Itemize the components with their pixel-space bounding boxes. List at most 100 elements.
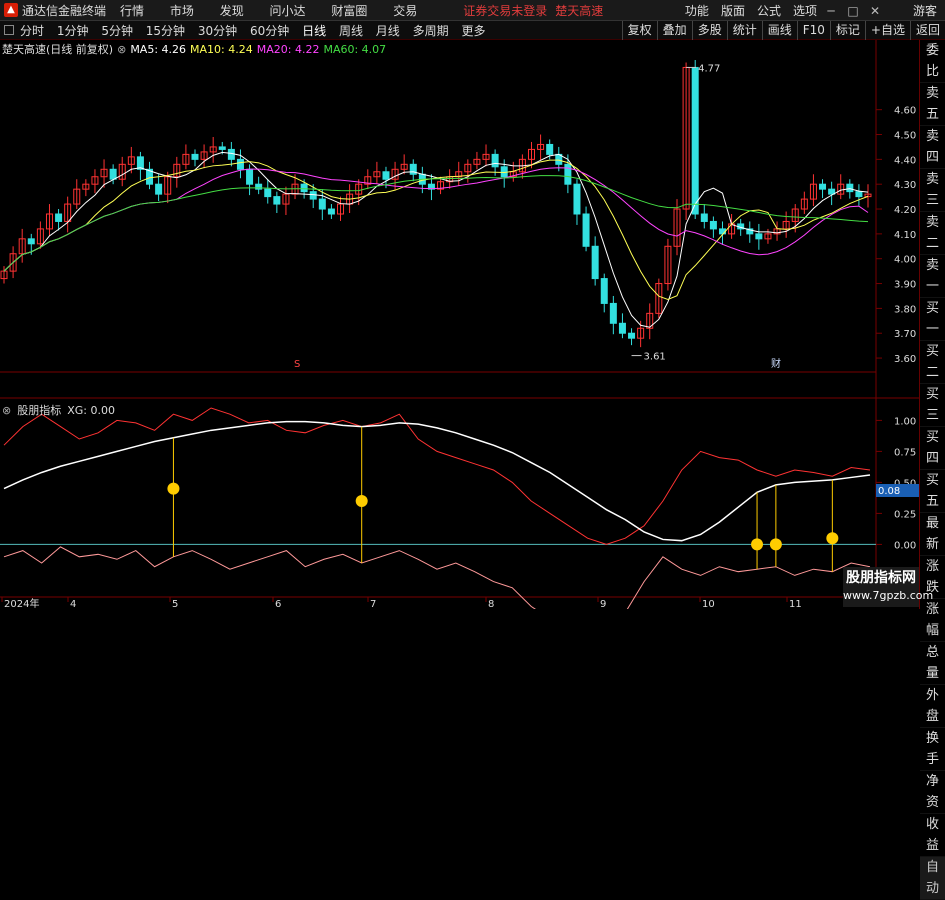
date-tick-label: 8 — [488, 599, 494, 609]
candle-body — [573, 183, 581, 215]
sidebar-sell5[interactable]: 卖五 — [920, 83, 945, 126]
candle-body — [236, 158, 244, 170]
sidebar-sell3[interactable]: 卖三 — [920, 169, 945, 212]
chart-area[interactable]: 4.77 3.61 3.60 3.70 3.80 3.90 4.00 4.10 4.20 4.3… — [0, 0, 920, 609]
candle-body — [246, 168, 254, 185]
candle-body — [564, 163, 572, 185]
candle-body — [609, 302, 617, 324]
candle-body — [582, 213, 590, 247]
date-tick-label: 2024年 — [4, 597, 39, 609]
indicator-tick-label: 0.00 — [894, 540, 916, 551]
sidebar-auto-button[interactable]: 自动 — [920, 857, 945, 900]
sidebar-earnings[interactable]: 收益 — [920, 814, 945, 857]
candle-body — [327, 208, 335, 215]
candle-body — [846, 183, 854, 193]
quote-sidebar: 委比 卖五 卖四 卖三 卖二 卖一 买一 买二 买三 买四 买五 最新 涨跌 涨… — [919, 40, 945, 900]
price-tick-label: 3.80 — [894, 304, 916, 315]
date-tick-label: 6 — [275, 599, 281, 609]
price-tick-label: 4.20 — [894, 205, 916, 216]
sidebar-buy5[interactable]: 买五 — [920, 470, 945, 513]
chart-stock-label: 楚天高速(日线 前复权) — [2, 43, 114, 56]
price-axis: 3.60 3.70 3.80 3.90 4.00 4.10 4.20 4.30 4.40 4.50… — [876, 106, 916, 365]
main-chart-legend: 楚天高速(日线 前复权) ⊗ MA5: 4.26 MA10: 4.24 MA20… — [2, 41, 390, 57]
low-annotation-label: 3.61 — [644, 352, 666, 363]
smiley-icon — [826, 532, 839, 545]
sidebar-turnover[interactable]: 换手 — [920, 728, 945, 771]
candle-body — [855, 191, 863, 198]
indicator-legend: ⊗ 股朋指标 XG: 0.00 — [2, 402, 121, 418]
candle-body — [628, 332, 636, 339]
sidebar-net-asset[interactable]: 净资 — [920, 771, 945, 814]
sidebar-volume[interactable]: 总量 — [920, 642, 945, 685]
date-tick-label: 4 — [70, 599, 76, 609]
candle-body — [618, 322, 626, 334]
candle-body — [819, 183, 827, 190]
price-tick-label: 3.90 — [894, 280, 916, 291]
candle-body — [491, 153, 499, 168]
candle-body — [755, 233, 763, 240]
candle-body — [600, 278, 608, 304]
date-tick-label: 5 — [172, 599, 178, 609]
watermark-line1: 股朋指标网 — [846, 570, 916, 586]
candle-body — [309, 191, 317, 200]
sidebar-latest[interactable]: 最新 — [920, 513, 945, 556]
indicator-value-text: 0.08 — [878, 486, 900, 497]
indicator-xg: XG: 0.00 — [67, 403, 115, 417]
sidebar-buy1[interactable]: 买一 — [920, 298, 945, 341]
candle-body — [300, 183, 308, 193]
indicator-settings-icon[interactable]: ⊗ — [2, 404, 11, 417]
indicator-tick-label: 0.75 — [894, 447, 916, 458]
sidebar-sell2[interactable]: 卖二 — [920, 212, 945, 255]
candle-body — [382, 171, 390, 180]
candle-body — [55, 213, 63, 222]
date-tick-label: 9 — [600, 599, 606, 609]
indicator-axis: 0.000.250.500.751.00 — [876, 416, 916, 551]
candle-body — [109, 168, 117, 180]
candle-body — [591, 245, 599, 280]
candle-body — [828, 188, 836, 195]
candle-body — [155, 183, 163, 195]
sidebar-sell1[interactable]: 卖一 — [920, 255, 945, 298]
price-tick-label: 4.30 — [894, 180, 916, 191]
candle-body — [27, 238, 35, 245]
price-tick-label: 4.50 — [894, 131, 916, 142]
candle-body — [264, 188, 272, 198]
marker-s: S — [294, 359, 300, 370]
sidebar-outer[interactable]: 外盘 — [920, 685, 945, 728]
price-tick-label: 4.00 — [894, 255, 916, 266]
ma20-legend: MA20: 4.22 — [256, 42, 320, 56]
candle-body — [709, 220, 717, 230]
smiley-icon — [751, 538, 764, 551]
sidebar-weibi[interactable]: 委比 — [920, 40, 945, 83]
date-tick-label: 7 — [370, 599, 376, 609]
price-tick-label: 4.60 — [894, 106, 916, 117]
candle-body — [273, 196, 281, 205]
candle-body — [691, 66, 699, 215]
candle-body — [700, 213, 708, 222]
sidebar-buy3[interactable]: 买三 — [920, 384, 945, 427]
sidebar-buy2[interactable]: 买二 — [920, 341, 945, 384]
smiley-icon — [167, 482, 180, 495]
price-tick-label: 4.40 — [894, 155, 916, 166]
candle-body — [191, 153, 199, 160]
ma5-legend: MA5: 4.26 — [130, 42, 187, 56]
ma10-legend: MA10: 4.24 — [190, 42, 253, 56]
price-tick-label: 4.10 — [894, 230, 916, 241]
sidebar-sell4[interactable]: 卖四 — [920, 126, 945, 169]
price-tick-label: 3.70 — [894, 329, 916, 340]
ma60-legend: MA60: 4.07 — [323, 42, 387, 56]
settings-icon[interactable]: ⊗ — [117, 43, 126, 56]
sidebar-buy4[interactable]: 买四 — [920, 427, 945, 470]
date-tick-label: 11 — [789, 599, 802, 609]
sidebar-change-pct[interactable]: 涨幅 — [920, 599, 945, 642]
candle-body — [718, 228, 726, 235]
smiley-icon — [355, 495, 368, 507]
candle-body — [546, 143, 554, 155]
candle-body — [218, 146, 226, 150]
smiley-icon — [769, 538, 782, 551]
indicator-tick-label: 1.00 — [894, 416, 916, 427]
high-annotation-label: 4.77 — [698, 63, 720, 74]
date-tick-label: 10 — [702, 599, 715, 609]
candle-body — [227, 148, 235, 160]
indicator-name: 股朋指标 — [17, 404, 62, 417]
